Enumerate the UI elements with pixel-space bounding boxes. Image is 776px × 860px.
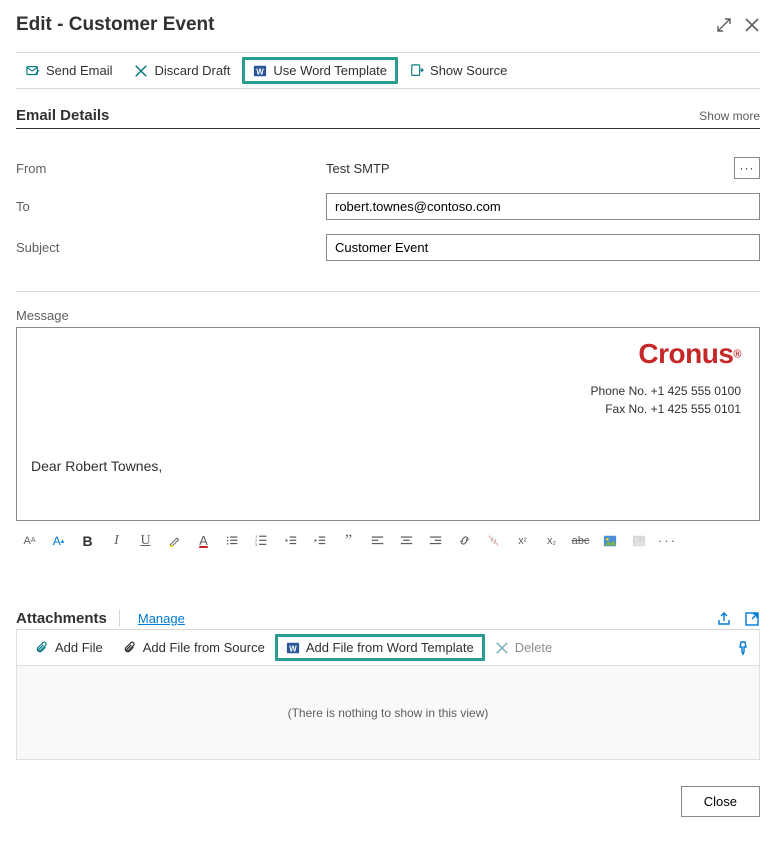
highlight-icon[interactable] [167, 533, 182, 548]
from-value: Test SMTP [326, 161, 728, 176]
bullet-list-icon[interactable] [225, 533, 240, 548]
use-word-template-label: Use Word Template [273, 63, 387, 78]
indent-icon[interactable] [312, 533, 327, 548]
subject-input[interactable] [326, 234, 760, 261]
svg-text:W: W [289, 644, 297, 653]
from-value-wrap: Test SMTP ··· [326, 157, 760, 179]
word-attach-icon: W [286, 641, 300, 655]
discard-icon [134, 64, 148, 78]
to-input[interactable] [326, 193, 760, 220]
manage-link[interactable]: Manage [138, 611, 185, 626]
subject-label: Subject [16, 240, 326, 255]
message-editor[interactable]: Cronus® Phone No. +1 425 555 0100 Fax No… [16, 327, 760, 521]
attachments-toolbar: Add File Add File from Source W Add File… [16, 630, 760, 666]
share-icon[interactable] [716, 611, 732, 627]
subject-row: Subject [16, 234, 760, 261]
dialog-header: Edit - Customer Event [16, 14, 760, 36]
header-controls [716, 17, 760, 33]
divider [16, 291, 760, 292]
to-row: To [16, 193, 760, 220]
show-source-label: Show Source [430, 63, 507, 78]
delete-label: Delete [515, 640, 553, 655]
from-label: From [16, 161, 326, 176]
font-color-icon[interactable]: A [196, 533, 211, 548]
svg-text:W: W [257, 67, 265, 76]
more-options-icon[interactable]: ··· [660, 533, 675, 548]
show-more-link[interactable]: Show more [699, 109, 760, 123]
greeting-line: Dear Robert Townes, [31, 458, 741, 474]
attachments-empty: (There is nothing to show in this view) [16, 666, 760, 760]
delete-icon [495, 641, 509, 655]
email-details-title: Email Details [16, 107, 109, 124]
rich-text-toolbar: AA A▴ B I U A 123 ” x² x₂ abc ··· [16, 531, 760, 550]
send-email-label: Send Email [46, 63, 112, 78]
svg-text:3: 3 [255, 542, 258, 547]
dialog-title: Edit - Customer Event [16, 14, 214, 36]
message-label: Message [16, 308, 760, 323]
from-row: From Test SMTP ··· [16, 157, 760, 179]
attachments-header: Attachments Manage [16, 610, 760, 630]
send-email-button[interactable]: Send Email [16, 57, 122, 84]
word-template-icon: W [253, 64, 267, 78]
show-source-icon [410, 64, 424, 78]
insert-image-disabled-icon[interactable] [631, 533, 646, 548]
underline-icon[interactable]: U [138, 533, 153, 548]
align-center-icon[interactable] [399, 533, 414, 548]
align-right-icon[interactable] [428, 533, 443, 548]
add-file-from-word-template-button[interactable]: W Add File from Word Template [275, 634, 485, 661]
brand-logo-text: Cronus [638, 338, 733, 369]
insert-image-icon[interactable] [602, 533, 617, 548]
add-file-label: Add File [55, 640, 103, 655]
email-details-header: Email Details Show more [16, 107, 760, 129]
quote-icon[interactable]: ” [341, 533, 356, 548]
attach-icon [35, 641, 49, 655]
brand-logo: Cronus® [31, 338, 741, 370]
contact-block: Phone No. +1 425 555 0100 Fax No. +1 425… [31, 382, 741, 418]
numbered-list-icon[interactable]: 123 [254, 533, 269, 548]
show-source-button[interactable]: Show Source [400, 57, 517, 84]
subscript-icon[interactable]: x₂ [544, 533, 559, 548]
empty-message: (There is nothing to show in this view) [288, 706, 489, 720]
main-toolbar: Send Email Discard Draft W Use Word Temp… [16, 52, 760, 89]
phone-line: Phone No. +1 425 555 0100 [31, 382, 741, 400]
link-icon[interactable] [457, 533, 472, 548]
dialog-footer: Close [16, 786, 760, 817]
from-ellipsis-button[interactable]: ··· [734, 157, 760, 179]
align-left-icon[interactable] [370, 533, 385, 548]
add-file-from-source-button[interactable]: Add File from Source [113, 634, 275, 661]
add-file-button[interactable]: Add File [25, 634, 113, 661]
popout-icon[interactable] [744, 611, 760, 627]
discard-draft-label: Discard Draft [154, 63, 230, 78]
unlink-icon[interactable] [486, 533, 501, 548]
close-icon[interactable] [744, 17, 760, 33]
increase-font-icon[interactable]: A▴ [51, 533, 66, 548]
italic-icon[interactable]: I [109, 533, 124, 548]
discard-draft-button[interactable]: Discard Draft [124, 57, 240, 84]
pin-icon[interactable] [735, 640, 751, 656]
bold-icon[interactable]: B [80, 533, 95, 548]
fax-line: Fax No. +1 425 555 0101 [31, 400, 741, 418]
brand-logo-reg: ® [733, 349, 741, 361]
expand-icon[interactable] [716, 17, 732, 33]
mail-send-icon [26, 64, 40, 78]
attachments-title: Attachments [16, 610, 120, 627]
attach-source-icon [123, 641, 137, 655]
delete-attachment-button[interactable]: Delete [485, 634, 563, 661]
superscript-icon[interactable]: x² [515, 533, 530, 548]
decrease-font-icon[interactable]: AA [22, 533, 37, 548]
add-file-from-source-label: Add File from Source [143, 640, 265, 655]
outdent-icon[interactable] [283, 533, 298, 548]
to-label: To [16, 199, 326, 214]
strikethrough-icon[interactable]: abc [573, 533, 588, 548]
add-file-from-word-label: Add File from Word Template [306, 640, 474, 655]
attachments-section: Attachments Manage Add File Add File fro… [16, 610, 760, 760]
close-button[interactable]: Close [681, 786, 760, 817]
message-letterhead: Cronus® Phone No. +1 425 555 0100 Fax No… [31, 338, 741, 418]
use-word-template-button[interactable]: W Use Word Template [242, 57, 398, 84]
